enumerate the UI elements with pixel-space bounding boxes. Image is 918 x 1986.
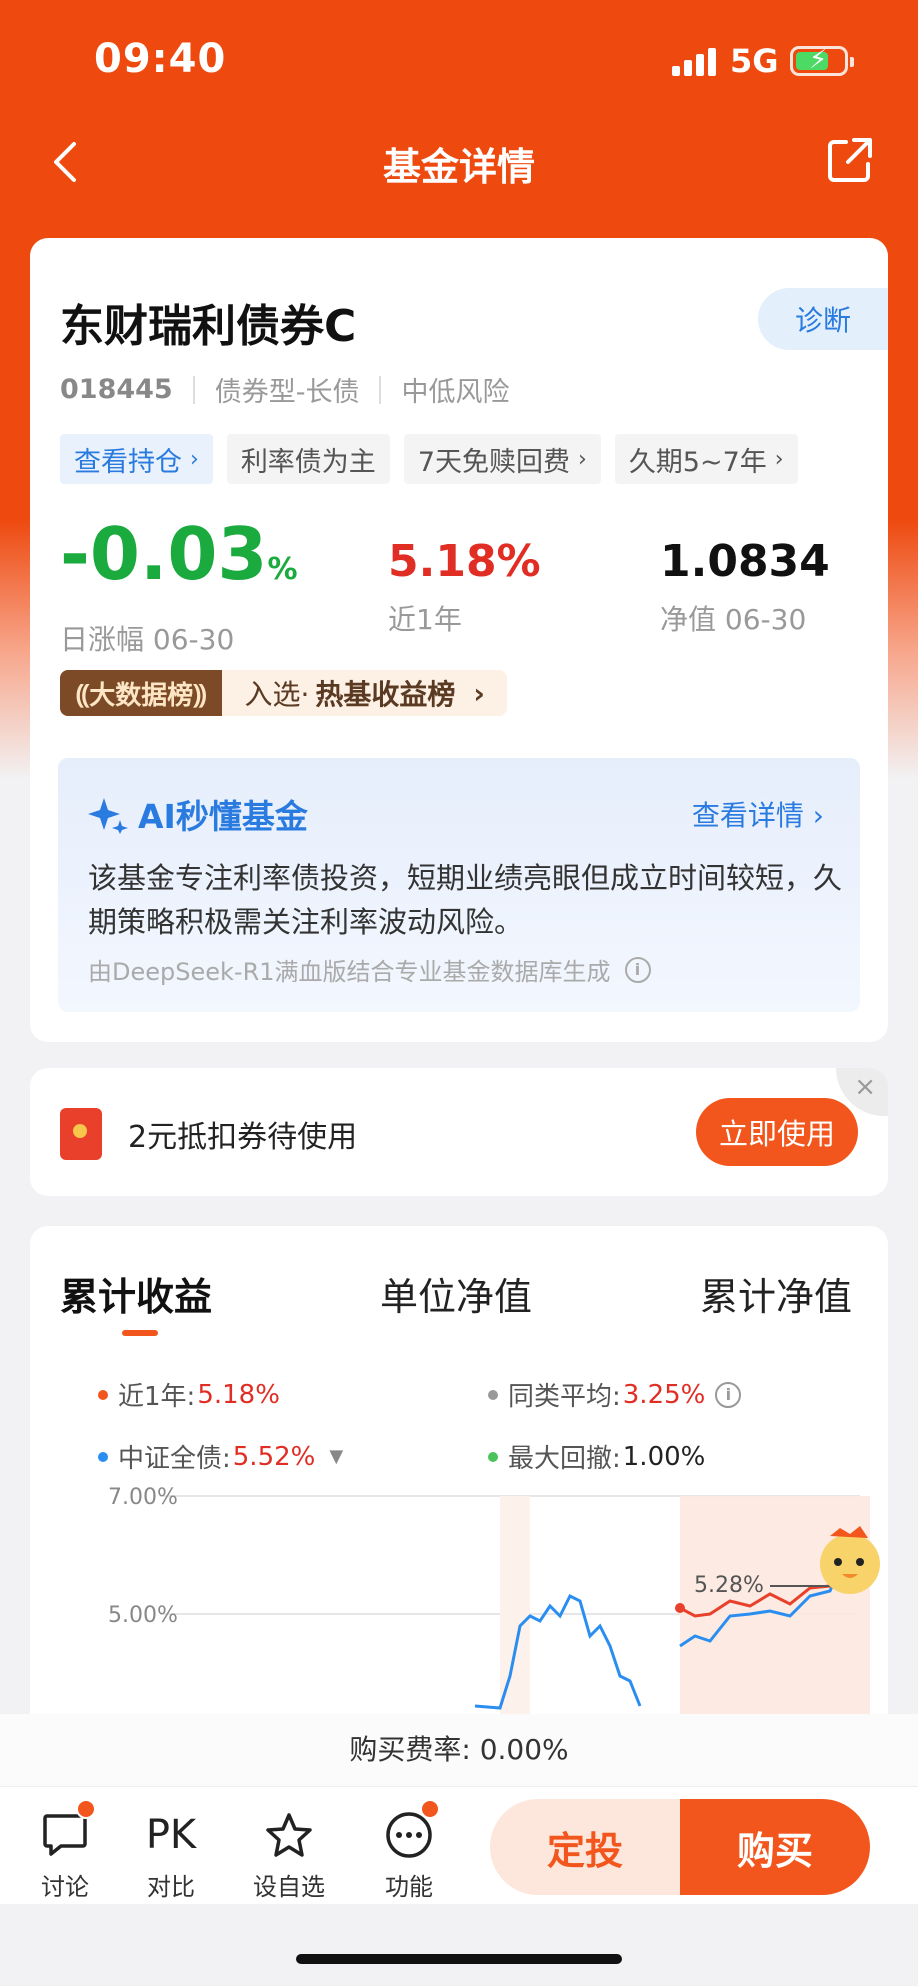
info-icon[interactable]: i (715, 1381, 742, 1408)
fund-code: 018445 (60, 374, 173, 405)
fee-label: 购买费率: (349, 1733, 471, 1766)
chevron-right-icon: › (774, 446, 784, 472)
y-tick-label: 5.00% (108, 1603, 178, 1628)
buy-button[interactable]: 购买 (680, 1799, 870, 1895)
home-indicator[interactable] (296, 1954, 622, 1964)
add-watchlist-button[interactable]: 设自选 (244, 1807, 334, 1902)
legend-dot (488, 1451, 498, 1462)
use-now-button[interactable]: 立即使用 (696, 1098, 858, 1166)
chart-annotation: 5.28% (694, 1573, 764, 1598)
fund-tags: 查看持仓 › 利率债为主 7天免赎回费 › 久期5~7年 › (60, 434, 798, 484)
one-year-value: 5.18% (388, 536, 541, 587)
pk-icon: PK (145, 1812, 197, 1858)
fund-name: 东财瑞利债券C (60, 301, 357, 352)
legend-dot (488, 1389, 498, 1400)
coupon-text: 2元抵扣券待使用 (128, 1120, 358, 1155)
tag-duration[interactable]: 久期5~7年 › (614, 434, 798, 484)
notification-dot (76, 1799, 96, 1819)
chevron-right-icon: › (578, 446, 587, 472)
nav-label: 净值 06-30 (660, 603, 807, 636)
legend-peer-average: 同类平均: 3.25% i (488, 1376, 742, 1413)
chevron-right-icon: › (190, 446, 199, 472)
page-title: 基金详情 (382, 145, 535, 189)
network-type: 5G (730, 42, 779, 80)
status-bar: 09:40 5G ⚡ (0, 0, 918, 120)
tag-redemption-fee[interactable]: 7天免赎回费 › (403, 434, 601, 484)
tag-rate-bond: 利率债为主 (226, 434, 390, 484)
tab-cumulative-nav[interactable]: 累计净值 (700, 1266, 852, 1321)
home-area (0, 1904, 918, 1986)
ai-source-note: 由DeepSeek-R1满血版结合专业基金数据库生成 i (88, 952, 651, 987)
big-data-rank-tag: ⸨ 大数据榜 ⸩ (60, 670, 223, 716)
divider (192, 375, 195, 404)
nav-value: 1.0834 (660, 536, 830, 587)
series-line-benchmark (474, 1593, 642, 1710)
red-envelope-icon (60, 1108, 102, 1160)
chat-bubble-icon (43, 1814, 87, 1856)
tab-underline (122, 1330, 158, 1336)
fund-meta: 018445 债券型-长债 中低风险 (60, 370, 509, 409)
chevron-right-icon: › (473, 676, 485, 710)
return-chart[interactable]: 7.00% 5.00% 5.28% (30, 1476, 888, 1746)
series-start-point (675, 1603, 685, 1613)
share-icon[interactable] (826, 136, 874, 184)
ai-view-details-link[interactable]: 查看详情 › (692, 794, 824, 834)
battery-icon: ⚡ (790, 45, 854, 76)
legend-dot (98, 1451, 108, 1462)
more-functions-button[interactable]: 功能 (364, 1799, 454, 1902)
fund-type: 债券型-长债 (214, 377, 360, 408)
y-tick-label: 7.00% (108, 1485, 178, 1510)
one-year-label: 近1年 (388, 603, 462, 636)
legend-benchmark[interactable]: 中证全债: 5.52% ▼ (98, 1438, 343, 1475)
nav-stat: 1.0834 净值 06-30 (660, 534, 830, 638)
rank-badge[interactable]: ⸨ 大数据榜 ⸩ 入选· 热基收益榜 › (60, 670, 507, 716)
fee-value: 0.00% (479, 1733, 569, 1766)
fund-risk: 中低风险 (401, 377, 510, 408)
divider (379, 375, 382, 404)
diagnose-button[interactable]: 诊断 (758, 288, 888, 350)
sip-button[interactable]: 定投 (490, 1799, 680, 1895)
compare-button[interactable]: PK 对比 (126, 1807, 216, 1902)
tab-cumulative-return[interactable]: 累计收益 (60, 1266, 212, 1321)
sparkle-icon (88, 798, 128, 834)
ai-summary-box: AI秒懂基金 查看详情 › 该基金专注利率债投资，短期业绩亮眼但成立时间较短，久… (58, 758, 860, 1012)
caret-down-icon: ▼ (329, 1446, 344, 1467)
status-time: 09:40 (94, 36, 227, 82)
bottom-action-bar: 讨论 PK 对比 设自选 功能 定投 购买 (0, 1786, 918, 1904)
legend-dot (98, 1389, 108, 1400)
legend-one-year: 近1年: 5.18% (98, 1376, 280, 1413)
tab-unit-nav[interactable]: 单位净值 (380, 1266, 532, 1321)
daily-change-label: 日涨幅 06-30 (60, 623, 235, 656)
purchase-fee-bar: 购买费率: 0.00% (0, 1714, 918, 1786)
daily-change-value: -0.03 (60, 512, 268, 596)
chart-card: 累计收益 单位净值 累计净值 近1年: 5.18% 同类平均: 3.25% i 中证… (30, 1226, 888, 1746)
info-icon[interactable]: i (624, 956, 651, 983)
ai-summary-text: 该基金专注利率债投资，短期业绩亮眼但成立时间较短，久期策略积极需关注利率波动风险… (88, 861, 843, 939)
notification-dot (420, 1799, 440, 1819)
one-year-stat: 5.18% 近1年 (388, 534, 541, 638)
coupon-card: 2元抵扣券待使用 立即使用 × (30, 1068, 888, 1196)
view-holdings-tag[interactable]: 查看持仓 › (60, 434, 213, 484)
rank-badge-text: 入选· 热基收益榜 › (222, 670, 507, 716)
fund-summary-card: 东财瑞利债券C 诊断 018445 债券型-长债 中低风险 查看持仓 › 利率债为… (30, 238, 888, 1042)
chart-tabs: 累计收益 单位净值 累计净值 (30, 1266, 888, 1356)
star-icon (266, 1813, 312, 1857)
ai-title: AI秒懂基金 (88, 790, 308, 838)
legend-max-drawdown: 最大回撤: 1.00% (488, 1438, 705, 1475)
daily-change-stat: -0.03% 日涨幅 06-30 (60, 514, 298, 658)
daily-change-unit: % (267, 552, 298, 587)
discuss-button[interactable]: 讨论 (20, 1799, 110, 1902)
trade-buttons: 定投 购买 (490, 1799, 870, 1895)
nav-bar: 基金详情 (0, 120, 918, 204)
signal-icon (672, 48, 718, 76)
